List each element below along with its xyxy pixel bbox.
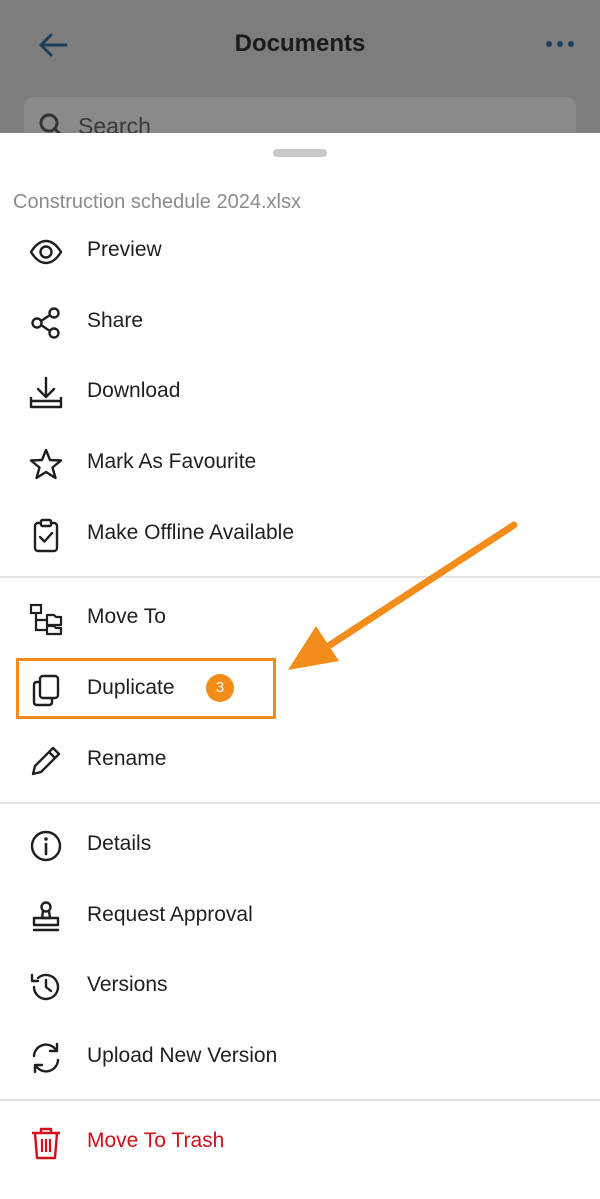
highlight-box bbox=[16, 658, 276, 719]
menu-item-request-approval[interactable]: Request Approval bbox=[0, 881, 600, 951]
sheet-drag-handle[interactable] bbox=[273, 149, 327, 157]
menu-item-label: Mark As Favourite bbox=[87, 450, 257, 473]
menu-item-move-to-trash[interactable]: Move To Trash bbox=[0, 1107, 600, 1177]
menu-item-label: Details bbox=[87, 832, 152, 855]
menu-item-rename[interactable]: Rename bbox=[0, 725, 600, 795]
trash-icon bbox=[28, 1125, 64, 1161]
more-horizontal-icon[interactable] bbox=[544, 32, 576, 56]
menu-item-label: Share bbox=[87, 309, 144, 332]
menu-item-share[interactable]: Share bbox=[0, 287, 600, 357]
menu-item-versions[interactable]: Versions bbox=[0, 951, 600, 1021]
folder-tree-icon bbox=[28, 601, 64, 637]
star-icon bbox=[28, 446, 64, 482]
menu-item-label: Upload New Version bbox=[87, 1044, 278, 1067]
menu-item-label: Request Approval bbox=[87, 903, 253, 926]
menu-item-label: Rename bbox=[87, 747, 167, 770]
download-icon bbox=[28, 375, 64, 411]
menu-item-favourite[interactable]: Mark As Favourite bbox=[0, 428, 600, 498]
pencil-icon bbox=[28, 743, 64, 779]
eye-icon bbox=[28, 234, 64, 270]
info-icon bbox=[28, 828, 64, 864]
action-sheet: Construction schedule 2024.xlsx Preview … bbox=[0, 133, 600, 1199]
menu-item-label: Make Offline Available bbox=[87, 521, 295, 544]
menu-item-offline[interactable]: Make Offline Available bbox=[0, 499, 600, 569]
divider bbox=[0, 802, 600, 804]
refresh-icon bbox=[28, 1040, 64, 1076]
step-badge: 3 bbox=[206, 674, 234, 702]
menu-item-upload-new-version[interactable]: Upload New Version bbox=[0, 1022, 600, 1092]
menu-item-download[interactable]: Download bbox=[0, 357, 600, 427]
menu-item-label: Download bbox=[87, 379, 181, 402]
clipboard-check-icon bbox=[28, 517, 64, 553]
menu-item-label: Move To Trash bbox=[87, 1129, 225, 1152]
history-icon bbox=[28, 969, 64, 1005]
menu-item-label: Preview bbox=[87, 238, 162, 261]
menu-item-label: Move To bbox=[87, 605, 166, 628]
divider bbox=[0, 576, 600, 578]
file-name: Construction schedule 2024.xlsx bbox=[13, 191, 301, 213]
menu-item-move-to[interactable]: Move To bbox=[0, 583, 600, 653]
menu-item-label: Versions bbox=[87, 973, 168, 996]
stamp-icon bbox=[28, 899, 64, 935]
share-icon bbox=[28, 305, 64, 341]
divider bbox=[0, 1099, 600, 1101]
menu-item-details[interactable]: Details bbox=[0, 810, 600, 880]
menu-item-preview[interactable]: Preview bbox=[0, 216, 600, 286]
page-title: Documents bbox=[234, 30, 366, 57]
